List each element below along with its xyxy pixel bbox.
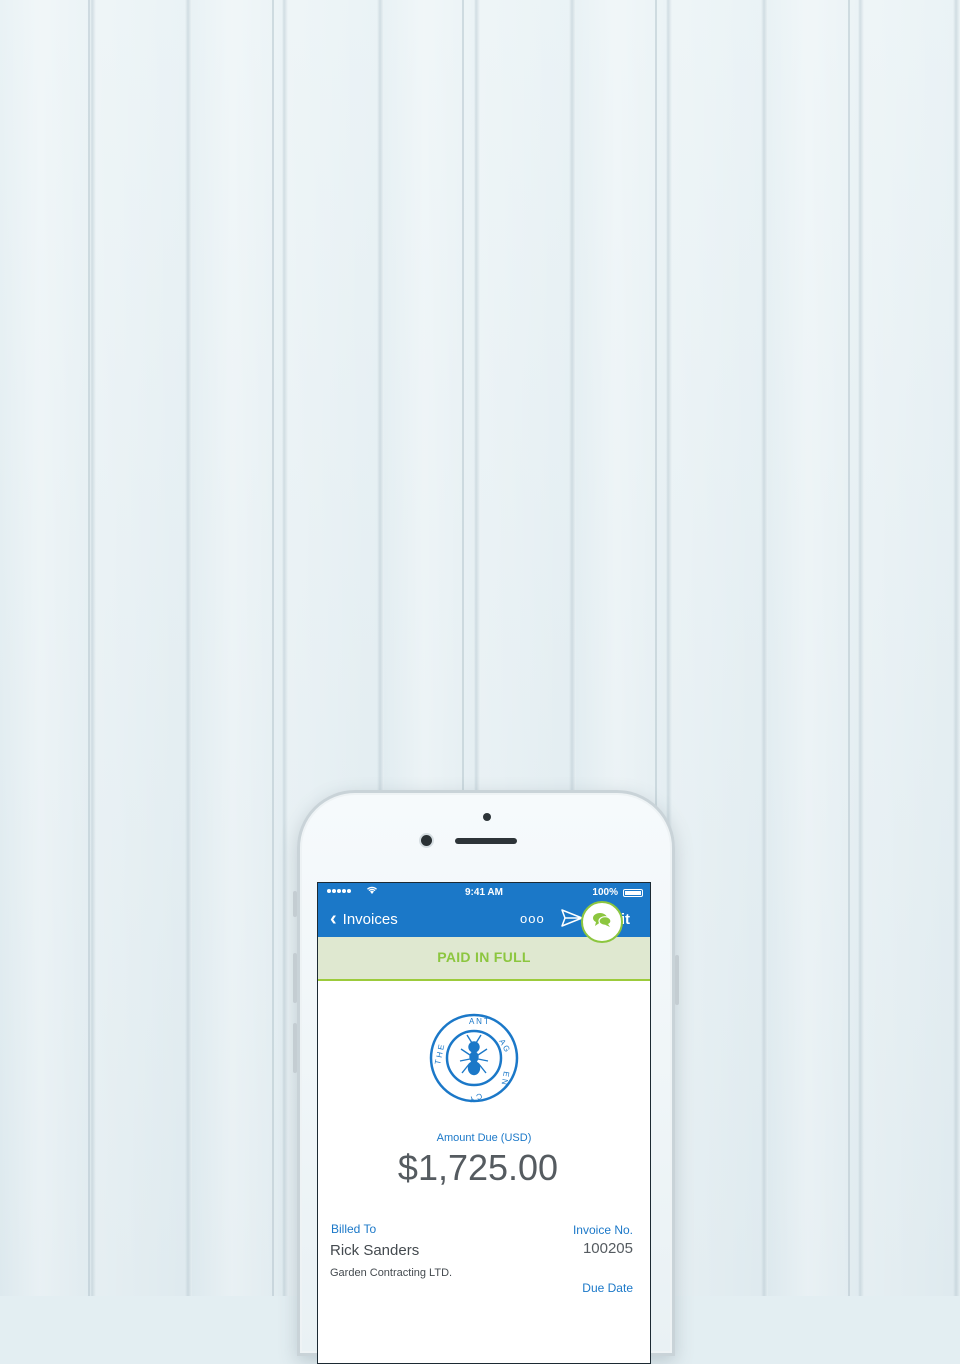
client-name[interactable]: Rick Sanders [330, 1242, 419, 1259]
power-button [675, 955, 679, 1005]
status-bar: 9:41 AM 100% [318, 883, 650, 903]
billed-to-label: Billed To [331, 1222, 377, 1236]
plank-seam [272, 0, 274, 1296]
volume-up-button [293, 953, 297, 1003]
amount-due-value: $1,725.00 [397, 1147, 559, 1188]
volume-down-button [293, 1023, 297, 1073]
ant-logo-icon: T H E A N T A G E N C Y [429, 1013, 519, 1104]
amount-due-label: Amount Due (USD) [436, 1132, 532, 1144]
plank-seam [848, 0, 850, 1296]
more-icon[interactable]: ooo [520, 911, 545, 926]
back-button[interactable]: ‹ Invoices [330, 908, 398, 930]
plank-seam [88, 0, 90, 1296]
client-company: Garden Contracting LTD. [330, 1267, 453, 1279]
back-label: Invoices [342, 910, 398, 928]
svg-text:T H E: T H E [433, 1044, 446, 1066]
send-icon[interactable] [561, 909, 583, 931]
battery-percent: 100% [592, 887, 618, 898]
phone-device: 9:41 AM 100% ‹ Invoices ooo Edit PAID IN… [293, 790, 679, 1364]
proximity-sensor [483, 813, 491, 821]
paid-status-text: PAID IN FULL [437, 949, 531, 965]
mute-switch [293, 891, 297, 917]
chat-button[interactable] [581, 901, 623, 943]
chat-icon [592, 912, 612, 933]
invoice-number-label: Invoice No. [572, 1223, 633, 1237]
due-date-label: Due Date [582, 1281, 633, 1295]
chevron-left-icon: ‹ [330, 908, 337, 930]
phone-screen: 9:41 AM 100% ‹ Invoices ooo Edit PAID IN… [317, 882, 651, 1364]
svg-text:E N: E N [500, 1071, 511, 1086]
status-banner: PAID IN FULL [318, 937, 650, 981]
earpiece-speaker [455, 838, 517, 844]
invoice-number-value: 100205 [582, 1240, 633, 1257]
svg-text:A N T: A N T [469, 1017, 489, 1026]
front-camera [421, 835, 432, 846]
battery-icon [623, 889, 643, 897]
